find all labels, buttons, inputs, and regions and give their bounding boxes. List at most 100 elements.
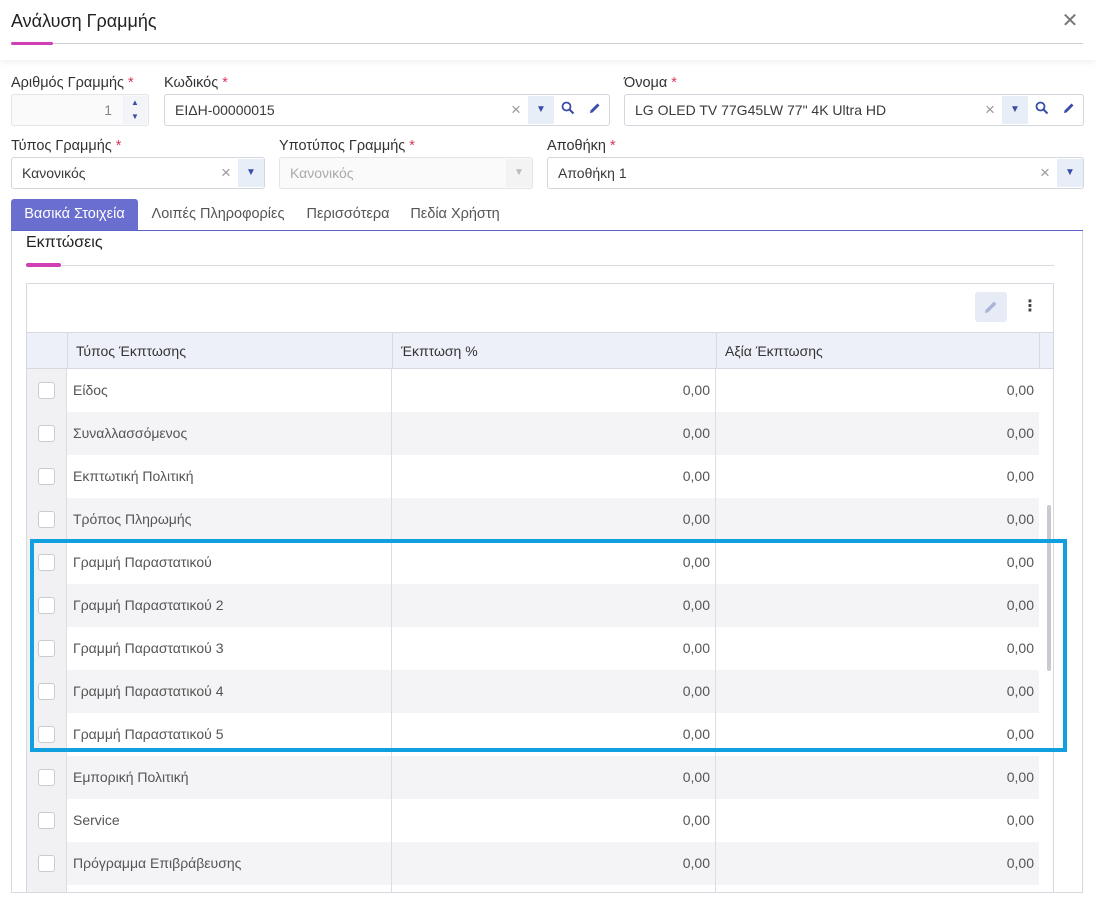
column-header-percent[interactable]: Έκπτωση % bbox=[392, 333, 716, 369]
cell-amount[interactable]: 0,00 bbox=[716, 412, 1039, 455]
table-row[interactable]: Τρόπος Πληρωμής 0,00 0,00 bbox=[27, 498, 1039, 541]
line-number-stepper[interactable]: ▲ ▼ bbox=[123, 96, 147, 124]
cell-percent[interactable]: 0,00 bbox=[392, 369, 716, 412]
cell-amount[interactable]: 0,00 bbox=[716, 670, 1039, 713]
table-row[interactable]: Γραμμή Παραστατικού 2 0,00 0,00 bbox=[27, 584, 1039, 627]
clear-icon[interactable]: × bbox=[982, 100, 998, 120]
cell-amount[interactable]: 0,00 bbox=[716, 369, 1039, 412]
chevron-down-icon[interactable]: ▼ bbox=[528, 96, 554, 124]
line-subtype-label: Υποτύπος Γραμμής * bbox=[279, 138, 415, 154]
cell-amount[interactable]: 0,00 bbox=[716, 541, 1039, 584]
cell-percent[interactable]: 0,00 bbox=[392, 670, 716, 713]
table-row[interactable]: Πρόγραμμα Επιβράβευσης 0,00 0,00 bbox=[27, 842, 1039, 885]
cell-type: Γραμμή Παραστατικού 2 bbox=[67, 584, 392, 627]
chevron-down-icon[interactable]: ▼ bbox=[1057, 159, 1083, 187]
row-checkbox[interactable] bbox=[38, 554, 55, 571]
clear-icon[interactable]: × bbox=[218, 163, 234, 183]
column-header-type[interactable]: Τύπος Έκπτωσης bbox=[67, 333, 392, 369]
table-row[interactable]: Εκπτωτική Πολιτική 0,00 0,00 bbox=[27, 455, 1039, 498]
row-checkbox[interactable] bbox=[38, 425, 55, 442]
cell-type: Συναλλασσόμενος bbox=[67, 412, 392, 455]
cell-amount[interactable]: 0,00 bbox=[716, 713, 1039, 756]
section-accent bbox=[26, 263, 61, 267]
code-label: Κωδικός * bbox=[164, 75, 228, 91]
cell-type: Πρόγραμμα Επιβράβευσης bbox=[67, 842, 392, 885]
cell-percent[interactable]: 0,00 bbox=[392, 584, 716, 627]
table-row[interactable]: Εμπορική Πολιτική 0,00 0,00 bbox=[27, 756, 1039, 799]
close-icon[interactable]: ✕ bbox=[1058, 8, 1082, 34]
cell-percent[interactable]: 0,00 bbox=[392, 799, 716, 842]
name-field[interactable]: LG OLED TV 77G45LW 77" 4K Ultra HD × ▼ bbox=[624, 94, 1084, 126]
chevron-down-icon[interactable]: ▼ bbox=[1002, 96, 1028, 124]
cell-percent[interactable]: 0,00 bbox=[392, 713, 716, 756]
row-checkbox[interactable] bbox=[38, 382, 55, 399]
cell-percent[interactable]: 0,00 bbox=[392, 541, 716, 584]
cell-amount[interactable]: 0,00 bbox=[716, 498, 1039, 541]
table-row[interactable]: Service 0,00 0,00 bbox=[27, 799, 1039, 842]
cell-amount[interactable]: 0,00 bbox=[716, 455, 1039, 498]
row-checkbox[interactable] bbox=[38, 683, 55, 700]
line-type-select[interactable]: Κανονικός × ▼ bbox=[11, 157, 265, 189]
table-row[interactable]: Γραμμή Παραστατικού 3 0,00 0,00 bbox=[27, 627, 1039, 670]
column-header-amount[interactable]: Αξία Έκπτωσης bbox=[716, 333, 1039, 369]
cell-percent[interactable]: 0,00 bbox=[392, 756, 716, 799]
tab-basic-info[interactable]: Βασικά Στοιχεία bbox=[11, 199, 138, 230]
cell-percent[interactable]: 0,00 bbox=[392, 498, 716, 541]
warehouse-label: Αποθήκη * bbox=[547, 138, 616, 154]
row-checkbox[interactable] bbox=[38, 769, 55, 786]
discounts-grid: ⋮ Τύπος Έκπτωσης Έκπτωση % Αξία Έκπτωσης… bbox=[26, 283, 1054, 893]
cell-percent[interactable]: 0,00 bbox=[392, 627, 716, 670]
code-field[interactable]: ΕΙΔΗ-00000015 × ▼ bbox=[164, 94, 610, 126]
table-row[interactable] bbox=[27, 885, 1039, 892]
tab-other-info[interactable]: Λοιπές Πληροφορίες bbox=[142, 199, 294, 230]
row-checkbox[interactable] bbox=[38, 855, 55, 872]
row-checkbox[interactable] bbox=[38, 726, 55, 743]
name-label: Όνομα * bbox=[624, 75, 677, 91]
row-checkbox[interactable] bbox=[38, 812, 55, 829]
edit-icon[interactable] bbox=[1056, 96, 1082, 124]
cell-amount[interactable]: 0,00 bbox=[716, 756, 1039, 799]
cell-percent[interactable]: 0,00 bbox=[392, 455, 716, 498]
cell-type: Γραμμή Παραστατικού 5 bbox=[67, 713, 392, 756]
warehouse-select[interactable]: Αποθήκη 1 × ▼ bbox=[547, 157, 1084, 189]
dialog-header: Ανάλυση Γραμμής ✕ bbox=[0, 0, 1096, 60]
row-checkbox[interactable] bbox=[38, 640, 55, 657]
row-checkbox[interactable] bbox=[38, 597, 55, 614]
cell-type: Είδος bbox=[67, 369, 392, 412]
dialog-title: Ανάλυση Γραμμής bbox=[11, 11, 157, 31]
line-number-label: Αριθμός Γραμμής * bbox=[11, 75, 134, 91]
cell-amount[interactable]: 0,00 bbox=[716, 627, 1039, 670]
cell-type: Service bbox=[67, 799, 392, 842]
cell-amount[interactable]: 0,00 bbox=[716, 584, 1039, 627]
cell-amount[interactable]: 0,00 bbox=[716, 842, 1039, 885]
table-row[interactable]: Γραμμή Παραστατικού 4 0,00 0,00 bbox=[27, 670, 1039, 713]
row-checkbox[interactable] bbox=[38, 468, 55, 485]
grid-scrollbar-thumb[interactable] bbox=[1047, 505, 1051, 671]
table-row[interactable]: Γραμμή Παραστατικού 5 0,00 0,00 bbox=[27, 713, 1039, 756]
cell-type: Εμπορική Πολιτική bbox=[67, 756, 392, 799]
edit-icon[interactable] bbox=[582, 96, 608, 124]
stepper-up-icon[interactable]: ▲ bbox=[123, 96, 147, 110]
line-number-field[interactable]: 1 ▲ ▼ bbox=[11, 94, 149, 126]
cell-percent[interactable]: 0,00 bbox=[392, 842, 716, 885]
tab-more[interactable]: Περισσότερα bbox=[298, 199, 398, 230]
table-row[interactable]: Γραμμή Παραστατικού 0,00 0,00 bbox=[27, 541, 1039, 584]
edit-icon[interactable] bbox=[975, 292, 1007, 322]
search-icon[interactable] bbox=[555, 96, 581, 124]
table-row[interactable]: Είδος 0,00 0,00 bbox=[27, 369, 1039, 412]
cell-percent[interactable]: 0,00 bbox=[392, 412, 716, 455]
chevron-down-icon: ▼ bbox=[506, 159, 532, 187]
stepper-down-icon[interactable]: ▼ bbox=[123, 110, 147, 124]
table-row[interactable]: Συναλλασσόμενος 0,00 0,00 bbox=[27, 412, 1039, 455]
more-options-icon[interactable]: ⋮ bbox=[1017, 292, 1043, 322]
grid-header: Τύπος Έκπτωσης Έκπτωση % Αξία Έκπτωσης bbox=[27, 332, 1053, 369]
cell-amount[interactable]: 0,00 bbox=[716, 799, 1039, 842]
clear-icon[interactable]: × bbox=[508, 100, 524, 120]
row-checkbox[interactable] bbox=[38, 511, 55, 528]
section-divider bbox=[26, 265, 1054, 266]
chevron-down-icon[interactable]: ▼ bbox=[238, 159, 264, 187]
clear-icon[interactable]: × bbox=[1037, 163, 1053, 183]
tab-user-fields[interactable]: Πεδία Χρήστη bbox=[404, 199, 506, 230]
cell-type: Γραμμή Παραστατικού 4 bbox=[67, 670, 392, 713]
search-icon[interactable] bbox=[1029, 96, 1055, 124]
